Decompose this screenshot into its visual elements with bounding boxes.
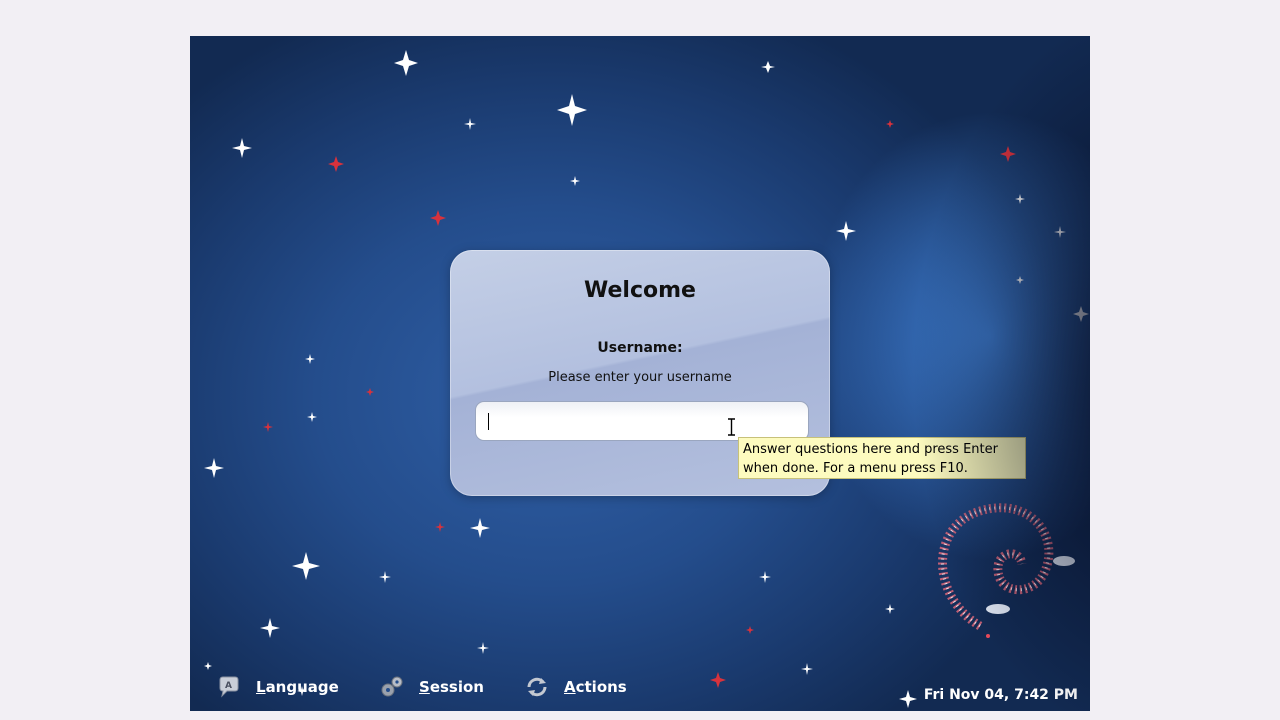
- actions-accel: A: [564, 678, 576, 696]
- actions-menu-button[interactable]: Actions: [524, 663, 627, 711]
- username-input[interactable]: [475, 401, 809, 441]
- bottom-panel: A Language Session Actions Fri Nov 04, 7…: [190, 663, 1090, 711]
- tooltip-line-2: when done. For a menu press F10.: [743, 461, 968, 476]
- help-tooltip: Answer questions here and press Enter wh…: [738, 437, 1026, 479]
- language-label: anguage: [265, 678, 339, 696]
- session-menu-button[interactable]: Session: [379, 663, 484, 711]
- tooltip-line-1: Answer questions here and press Enter: [743, 442, 998, 457]
- gear-icon: [381, 676, 403, 697]
- ibeam-cursor-icon: [728, 418, 735, 436]
- text-caret: [488, 413, 489, 430]
- language-accel: L: [256, 678, 266, 696]
- actions-label: ctions: [575, 678, 627, 696]
- debian-swirl-logo: [938, 503, 1075, 638]
- session-label: ession: [429, 678, 484, 696]
- svg-text:A: A: [225, 681, 232, 691]
- login-screen: Welcome Username: Please enter your user…: [190, 36, 1090, 711]
- refresh-icon: [527, 677, 547, 697]
- language-menu-button[interactable]: A Language: [216, 663, 339, 711]
- language-icon: A: [219, 676, 239, 698]
- clock: Fri Nov 04, 7:42 PM: [923, 687, 1078, 703]
- session-accel: S: [419, 678, 430, 696]
- username-label: Username:: [597, 340, 683, 356]
- username-prompt: Please enter your username: [548, 370, 732, 385]
- welcome-title: Welcome: [584, 278, 696, 303]
